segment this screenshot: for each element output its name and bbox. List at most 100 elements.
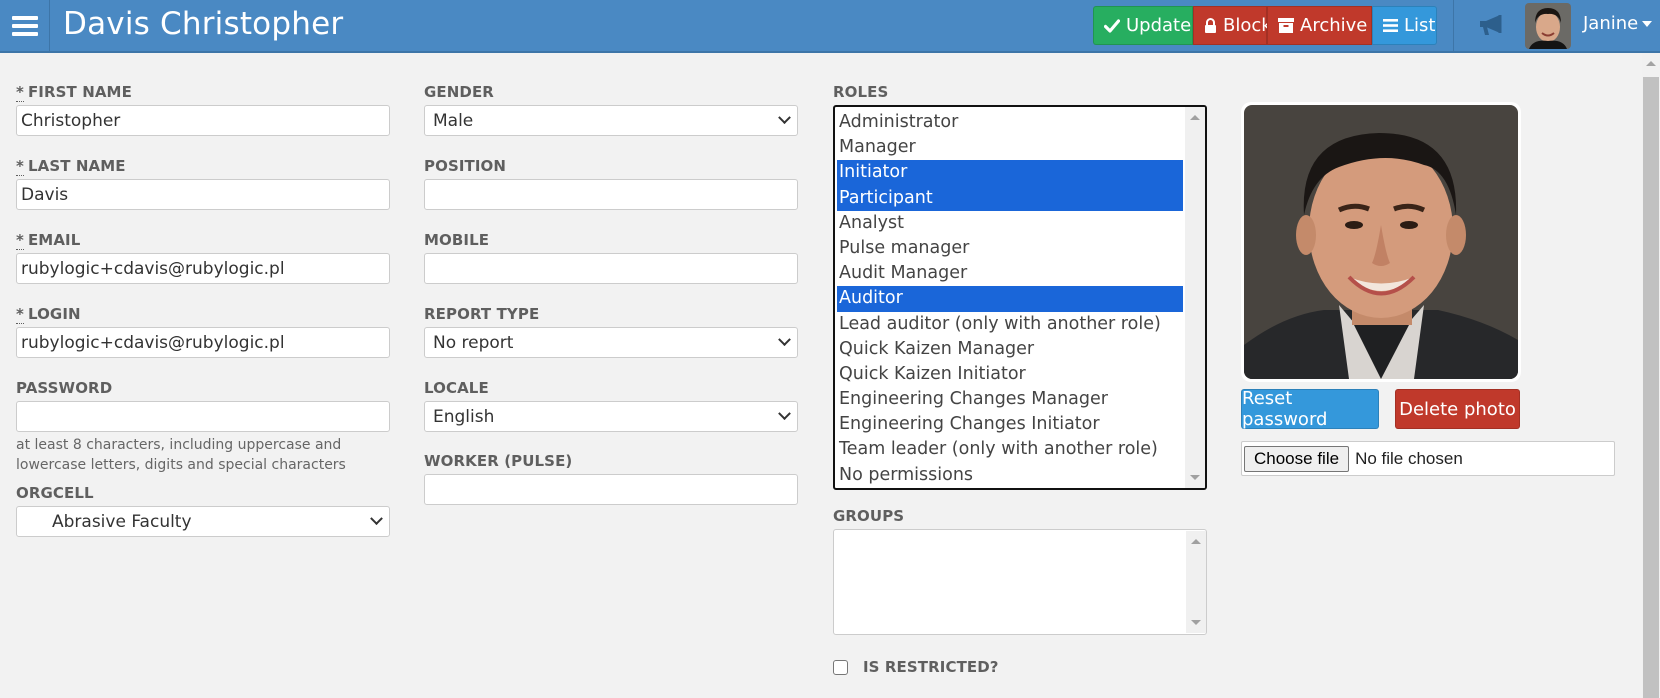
form-column-3: ROLES Administrator Manager Initiator Parti…	[833, 80, 1207, 680]
roles-options: Administrator Manager Initiator Participant…	[837, 110, 1183, 488]
role-option[interactable]: Engineering Changes Initiator	[837, 412, 1183, 437]
role-option[interactable]: No permissions	[837, 463, 1183, 488]
first-name-label: FIRST NAME	[27, 83, 132, 101]
role-option[interactable]: Engineering Changes Manager	[837, 387, 1183, 412]
megaphone-icon[interactable]	[1478, 13, 1506, 37]
login-input[interactable]: rubylogic+cdavis@rubylogic.pl	[16, 327, 390, 358]
role-option[interactable]: Quick Kaizen Initiator	[837, 362, 1183, 387]
top-navbar: Davis Christopher Update Block Archive L…	[0, 0, 1660, 53]
check-icon	[1104, 18, 1120, 33]
password-field: PASSWORD at least 8 characters, includin…	[16, 376, 390, 475]
scroll-down-icon[interactable]	[1191, 620, 1201, 625]
roles-scrollbar[interactable]	[1185, 107, 1205, 488]
gender-field: GENDER Male	[424, 80, 798, 136]
chevron-down-icon	[778, 407, 791, 421]
gender-label: GENDER	[424, 83, 494, 101]
update-label: Update	[1126, 15, 1192, 36]
gender-select[interactable]: Male	[424, 105, 798, 136]
choose-file-button[interactable]: Choose file	[1244, 445, 1350, 472]
role-option[interactable]: Quick Kaizen Manager	[837, 337, 1183, 362]
menu-toggle-button[interactable]	[0, 0, 50, 51]
is-restricted-checkbox[interactable]	[833, 660, 848, 675]
delete-photo-button[interactable]: Delete photo	[1395, 389, 1520, 429]
worker-pulse-input[interactable]	[424, 474, 798, 505]
report-type-field: REPORT TYPE No report	[424, 302, 798, 358]
password-hint: at least 8 characters, including upperca…	[16, 437, 346, 473]
role-option[interactable]: Analyst	[837, 211, 1183, 236]
login-label: LOGIN	[27, 305, 81, 323]
profile-photo	[1244, 105, 1518, 379]
last-name-input[interactable]: Davis	[16, 179, 390, 210]
scroll-up-icon[interactable]	[1646, 61, 1656, 66]
scroll-up-icon[interactable]	[1190, 115, 1200, 120]
first-name-field: * FIRST NAME Christopher	[16, 80, 390, 136]
email-input[interactable]: rubylogic+cdavis@rubylogic.pl	[16, 253, 390, 284]
orgcell-select[interactable]: Abrasive Faculty	[16, 506, 390, 537]
hamburger-icon	[11, 15, 38, 37]
report-type-select[interactable]: No report	[424, 327, 798, 358]
roles-multiselect[interactable]: Administrator Manager Initiator Participant…	[833, 105, 1207, 490]
archive-icon	[1278, 18, 1294, 33]
list-button[interactable]: List	[1372, 6, 1437, 45]
groups-scrollbar[interactable]	[1186, 531, 1206, 633]
scroll-up-icon[interactable]	[1191, 539, 1201, 544]
orgcell-label: ORGCELL	[16, 484, 94, 502]
form-column-2: GENDER Male POSITION MOBILE REPORT TYPE …	[424, 80, 798, 505]
role-option[interactable]: Lead auditor (only with another role)	[837, 312, 1183, 337]
role-option[interactable]: Team leader (only with another role)	[837, 437, 1183, 462]
first-name-input[interactable]: Christopher	[16, 105, 390, 136]
password-input[interactable]	[16, 401, 390, 432]
page-scrollbar[interactable]	[1642, 53, 1660, 698]
role-option[interactable]: Participant	[837, 185, 1183, 211]
report-type-label: REPORT TYPE	[424, 305, 540, 323]
caret-down-icon	[1642, 20, 1653, 27]
groups-label: GROUPS	[833, 507, 905, 525]
role-option[interactable]: Initiator	[837, 160, 1183, 186]
lock-icon	[1204, 18, 1217, 33]
position-field: POSITION	[424, 154, 798, 210]
email-field: * EMAIL rubylogic+cdavis@rubylogic.pl	[16, 228, 390, 284]
reset-password-button[interactable]: Reset password	[1241, 388, 1379, 430]
photo-file-input[interactable]: Choose file No file chosen	[1241, 441, 1615, 476]
chevron-down-icon	[778, 111, 791, 125]
groups-multiselect[interactable]	[833, 529, 1207, 635]
header-divider	[1453, 0, 1454, 51]
orgcell-field: ORGCELL Abrasive Faculty	[16, 481, 390, 537]
update-button[interactable]: Update	[1093, 6, 1193, 45]
roles-field: ROLES Administrator Manager Initiator Parti…	[833, 80, 1207, 490]
action-button-group: Update Block Archive List	[1093, 6, 1437, 45]
scrollbar-thumb[interactable]	[1643, 77, 1659, 698]
mobile-field: MOBILE	[424, 228, 798, 284]
groups-field: GROUPS	[833, 504, 1207, 635]
role-option[interactable]: Auditor	[837, 286, 1183, 312]
locale-select[interactable]: English	[424, 401, 798, 432]
worker-pulse-label: WORKER (PULSE)	[424, 452, 573, 470]
user-name: Janine	[1583, 13, 1639, 34]
role-option[interactable]: Pulse manager	[837, 236, 1183, 261]
user-menu-dropdown[interactable]: Janine	[1583, 13, 1653, 34]
archive-button[interactable]: Archive	[1267, 6, 1372, 45]
worker-pulse-field: WORKER (PULSE)	[424, 449, 798, 505]
position-label: POSITION	[424, 157, 507, 175]
last-name-field: * LAST NAME Davis	[16, 154, 390, 210]
scroll-down-icon[interactable]	[1190, 475, 1200, 480]
email-label: EMAIL	[27, 231, 81, 249]
is-restricted-label: IS RESTRICTED?	[863, 658, 999, 676]
locale-label: LOCALE	[424, 379, 489, 397]
login-field: * LOGIN rubylogic+cdavis@rubylogic.pl	[16, 302, 390, 358]
profile-photo-frame	[1241, 102, 1521, 382]
user-avatar[interactable]	[1525, 3, 1571, 49]
file-status-text: No file chosen	[1355, 448, 1463, 468]
required-marker: *	[16, 231, 24, 250]
role-option[interactable]: Audit Manager	[837, 261, 1183, 286]
last-name-label: LAST NAME	[27, 157, 126, 175]
chevron-down-icon	[778, 333, 791, 347]
position-input[interactable]	[424, 179, 798, 210]
role-option[interactable]: Manager	[837, 135, 1183, 160]
list-icon	[1383, 19, 1398, 32]
page-title: Davis Christopher	[63, 6, 344, 42]
role-option[interactable]: Administrator	[837, 110, 1183, 135]
locale-field: LOCALE English	[424, 376, 798, 432]
mobile-input[interactable]	[424, 253, 798, 284]
block-button[interactable]: Block	[1193, 6, 1272, 45]
